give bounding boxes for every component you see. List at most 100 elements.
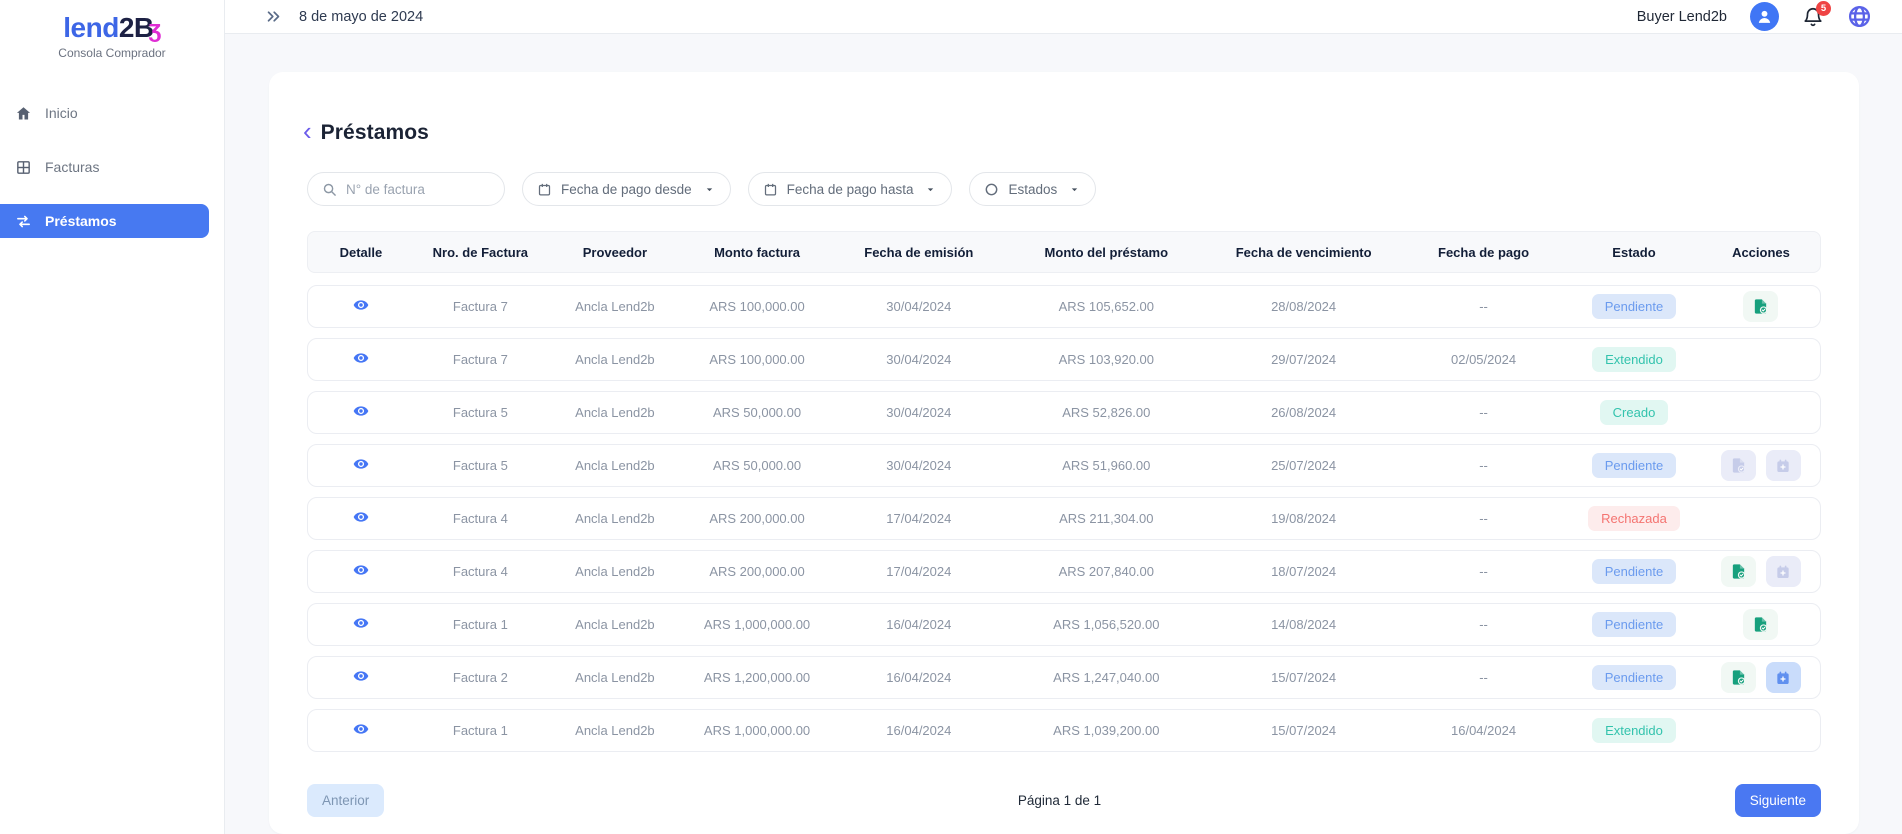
view-loan-detail-button[interactable]: [351, 613, 371, 636]
status-cell: Pendiente: [1566, 453, 1702, 478]
calendar-extend-action-button: [1766, 450, 1801, 481]
calendar-plus-icon: [1775, 670, 1791, 686]
invoice-amount-cell: ARS 200,000.00: [683, 564, 831, 579]
loan-document-action-button[interactable]: [1743, 609, 1778, 640]
pagination: Anterior Página 1 de 1 Siguiente: [307, 784, 1821, 834]
sidebar-item-label: Facturas: [45, 159, 99, 175]
status-cell: Pendiente: [1566, 665, 1702, 690]
status-cell: Pendiente: [1566, 294, 1702, 319]
view-loan-detail-button[interactable]: [351, 454, 371, 477]
app-root: lend2Bʒ Consola Comprador Inicio Factura…: [0, 0, 1902, 834]
loan-document-action-button[interactable]: [1743, 291, 1778, 322]
provider-cell: Ancla Lend2b: [547, 458, 683, 473]
view-loan-detail-button[interactable]: [351, 507, 371, 530]
provider-cell: Ancla Lend2b: [547, 564, 683, 579]
chevron-down-icon: [1068, 183, 1081, 196]
column-header: Fecha de emisión: [831, 245, 1006, 260]
detail-cell: [308, 507, 414, 530]
payment-date-cell: 02/05/2024: [1401, 352, 1566, 367]
issue-date-cell: 16/04/2024: [831, 723, 1006, 738]
payment-date-cell: --: [1401, 458, 1566, 473]
invoice-number-cell: Factura 5: [414, 458, 547, 473]
due-date-cell: 26/08/2024: [1206, 405, 1401, 420]
actions-cell: [1702, 450, 1820, 481]
detail-cell: [308, 401, 414, 424]
view-loan-detail-button[interactable]: [351, 348, 371, 371]
column-header: Proveedor: [547, 245, 683, 260]
loan-document-action-button[interactable]: [1721, 662, 1756, 693]
search-input[interactable]: [346, 182, 490, 197]
current-date: 8 de mayo de 2024: [299, 9, 423, 25]
eye-icon: [353, 668, 369, 687]
view-loan-detail-button[interactable]: [351, 719, 371, 742]
document-check-icon: [1730, 669, 1747, 686]
invoice-number-cell: Factura 2: [414, 670, 547, 685]
brand-logo[interactable]: lend2Bʒ: [0, 12, 224, 44]
page-info: Página 1 de 1: [1018, 793, 1101, 808]
loan-document-action-button[interactable]: [1721, 556, 1756, 587]
loan-document-action-button: [1721, 450, 1756, 481]
issue-date-cell: 30/04/2024: [831, 352, 1006, 367]
issue-date-cell: 16/04/2024: [831, 617, 1006, 632]
column-header: Monto factura: [683, 245, 831, 260]
states-filter-button[interactable]: Estados: [969, 172, 1096, 206]
loan-amount-cell: ARS 211,304.00: [1007, 511, 1207, 526]
sidebar: lend2Bʒ Consola Comprador Inicio Factura…: [0, 0, 225, 834]
language-globe-button[interactable]: [1847, 4, 1872, 29]
due-date-cell: 25/07/2024: [1206, 458, 1401, 473]
issue-date-cell: 17/04/2024: [831, 564, 1006, 579]
column-header: Nro. de Factura: [414, 245, 547, 260]
due-date-cell: 18/07/2024: [1206, 564, 1401, 579]
sidebar-item-prestamos[interactable]: Préstamos: [0, 204, 209, 238]
invoice-number-cell: Factura 1: [414, 617, 547, 632]
previous-page-button[interactable]: Anterior: [307, 784, 384, 817]
detail-cell: [308, 560, 414, 583]
invoice-number-cell: Factura 7: [414, 352, 547, 367]
status-badge: Extendido: [1592, 347, 1676, 372]
eye-icon: [353, 456, 369, 475]
brand-subtitle: Consola Comprador: [0, 46, 224, 60]
status-badge: Extendido: [1592, 718, 1676, 743]
document-check-icon: [1730, 563, 1747, 580]
loan-amount-cell: ARS 1,039,200.00: [1007, 723, 1207, 738]
invoice-number-cell: Factura 7: [414, 299, 547, 314]
issue-date-cell: 30/04/2024: [831, 405, 1006, 420]
page-title-row: ‹ Préstamos: [303, 118, 1821, 148]
loan-row: Factura 2Ancla Lend2bARS 1,200,000.0016/…: [307, 656, 1821, 699]
status-badge: Rechazada: [1588, 506, 1680, 531]
loans-table: Detalle Nro. de Factura Proveedor Monto …: [307, 231, 1821, 752]
status-badge: Pendiente: [1592, 453, 1677, 478]
date-to-filter-button[interactable]: Fecha de pago hasta: [748, 172, 953, 206]
column-header: Fecha de vencimiento: [1206, 245, 1401, 260]
circle-status-icon: [984, 182, 999, 197]
user-avatar[interactable]: [1750, 2, 1779, 31]
back-button[interactable]: ‹: [303, 118, 312, 148]
next-page-button[interactable]: Siguiente: [1735, 784, 1821, 817]
payment-date-cell: --: [1401, 670, 1566, 685]
invoice-search-field[interactable]: [307, 172, 505, 206]
status-cell: Rechazada: [1566, 506, 1702, 531]
view-loan-detail-button[interactable]: [351, 401, 371, 424]
brand-accent-glyph: ʒ: [149, 16, 161, 43]
sidebar-item-inicio[interactable]: Inicio: [0, 96, 209, 130]
loan-row: Factura 5Ancla Lend2bARS 50,000.0030/04/…: [307, 444, 1821, 487]
view-loan-detail-button[interactable]: [351, 666, 371, 689]
user-name: Buyer Lend2b: [1637, 9, 1727, 25]
invoice-amount-cell: ARS 50,000.00: [683, 458, 831, 473]
status-badge: Creado: [1600, 400, 1669, 425]
invoice-number-cell: Factura 4: [414, 564, 547, 579]
sidebar-item-facturas[interactable]: Facturas: [0, 150, 209, 184]
invoice-amount-cell: ARS 1,200,000.00: [683, 670, 831, 685]
date-from-filter-button[interactable]: Fecha de pago desde: [522, 172, 731, 206]
provider-cell: Ancla Lend2b: [547, 352, 683, 367]
sidebar-collapse-icon[interactable]: [265, 8, 282, 25]
notifications-button[interactable]: 5: [1802, 6, 1824, 28]
calendar-extend-action-button[interactable]: [1766, 662, 1801, 693]
column-header: Estado: [1566, 245, 1702, 260]
view-loan-detail-button[interactable]: [351, 295, 371, 318]
provider-cell: Ancla Lend2b: [547, 405, 683, 420]
loan-row: Factura 1Ancla Lend2bARS 1,000,000.0016/…: [307, 709, 1821, 752]
provider-cell: Ancla Lend2b: [547, 511, 683, 526]
detail-cell: [308, 454, 414, 477]
view-loan-detail-button[interactable]: [351, 560, 371, 583]
